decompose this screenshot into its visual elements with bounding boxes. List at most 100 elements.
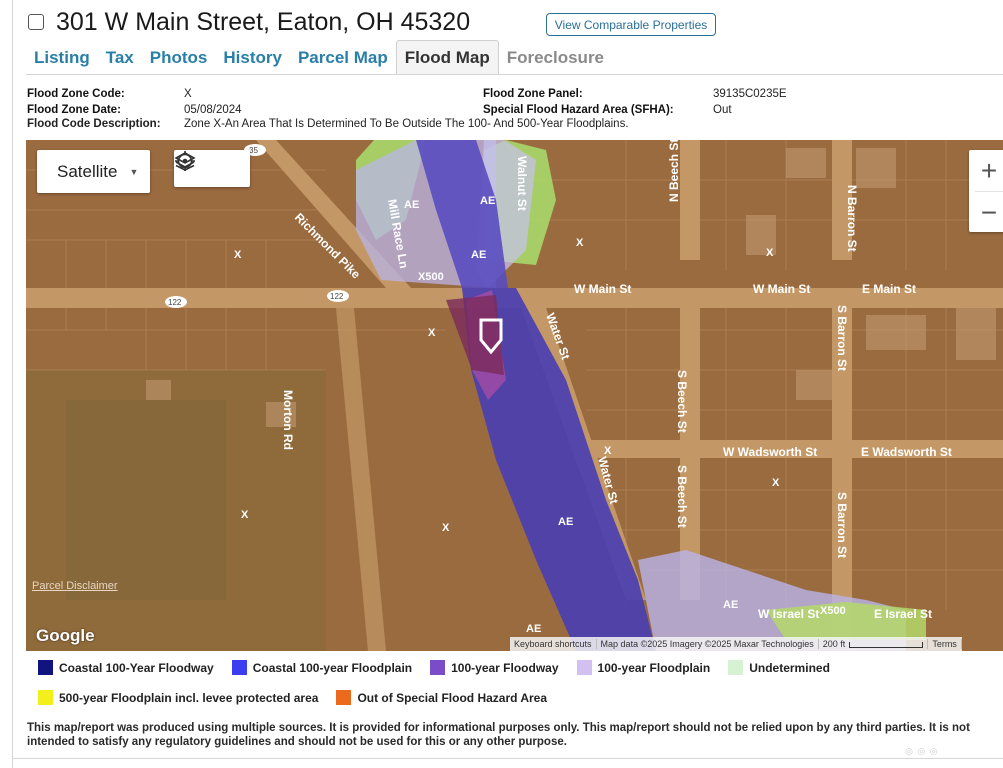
tab-divider bbox=[26, 74, 1003, 75]
street-label-e-main: E Main St bbox=[862, 282, 916, 296]
map-type-label: Satellite bbox=[57, 161, 118, 181]
street-label-w-israel: W Israel St bbox=[758, 607, 819, 621]
legend-item: 100-year Floodway bbox=[430, 660, 559, 675]
flood-zone-date-value: 05/08/2024 bbox=[184, 103, 242, 116]
parcel-disclaimer-link[interactable]: Parcel Disclaimer bbox=[32, 580, 118, 592]
legend-swatch bbox=[336, 690, 352, 705]
zone-label-x: X bbox=[604, 445, 612, 457]
sfha-label: Special Flood Hazard Area (SFHA): bbox=[483, 103, 674, 116]
street-label-s-barron: S Barron St bbox=[835, 305, 849, 371]
zone-label-ae: AE bbox=[558, 516, 573, 528]
zone-label-ae: AE bbox=[404, 199, 419, 211]
route-shield-35: 35 bbox=[249, 146, 258, 155]
legend-label: 500-year Floodplain incl. levee protecte… bbox=[59, 690, 319, 705]
street-label-walnut: Walnut St bbox=[515, 156, 529, 211]
keyboard-shortcuts-link[interactable]: Keyboard shortcuts bbox=[510, 639, 597, 649]
tab-photos[interactable]: Photos bbox=[142, 40, 216, 74]
open-field bbox=[66, 400, 226, 600]
legend-label: Out of Special Flood Hazard Area bbox=[357, 690, 548, 705]
listing-header: 301 W Main Street, Eaton, OH 45320 bbox=[28, 6, 470, 38]
route-shield-122: 122 bbox=[168, 298, 182, 307]
legend-item: Undetermined bbox=[728, 660, 830, 675]
zone-label-x: X bbox=[428, 327, 436, 339]
map-scale: 200 ft bbox=[819, 639, 929, 649]
route-shield-122: 122 bbox=[330, 292, 344, 301]
flood-zone-panel-value: 39135C0235E bbox=[713, 88, 787, 100]
select-listing-checkbox[interactable] bbox=[28, 14, 44, 30]
terms-link[interactable]: Terms bbox=[928, 639, 962, 649]
flood-zone-date-label: Flood Zone Date: bbox=[27, 103, 121, 116]
map-type-selector[interactable]: Satellite ▼ bbox=[37, 150, 150, 193]
map-attribution: Keyboard shortcuts Map data ©2025 Imager… bbox=[510, 637, 962, 651]
zoom-out-button[interactable]: − bbox=[969, 192, 1003, 233]
legend-item: Out of Special Flood Hazard Area bbox=[336, 690, 547, 705]
legend-row: 500-year Floodplain incl. levee protecte… bbox=[38, 690, 565, 705]
street-label-n-barron: N Barron St bbox=[845, 185, 859, 252]
flood-map[interactable]: Richmond Pike Mill Race Ln Walnut St W M… bbox=[26, 140, 1003, 651]
street-label-w-main: W Main St bbox=[574, 282, 631, 296]
scale-bar bbox=[849, 641, 924, 648]
zone-label-x500: X500 bbox=[820, 605, 846, 617]
tab-flood-map[interactable]: Flood Map bbox=[395, 40, 499, 74]
legend-swatch bbox=[576, 660, 592, 675]
legend-label: Coastal 100-year Floodplain bbox=[252, 660, 413, 675]
watermark: ◎ ◎ ◎ bbox=[905, 746, 939, 756]
street-label-n-beech: N Beech St bbox=[667, 140, 681, 202]
zoom-in-button[interactable]: + bbox=[969, 150, 1003, 191]
map-scale-label: 200 ft bbox=[822, 639, 846, 649]
tab-listing[interactable]: Listing bbox=[26, 40, 98, 74]
flood-code-description-value: Zone X-An Area That Is Determined To Be … bbox=[184, 118, 629, 130]
legend-swatch bbox=[430, 660, 446, 675]
street-label-e-israel: E Israel St bbox=[874, 607, 932, 621]
flood-info-left: Flood Zone Code: X Flood Zone Date: 05/0… bbox=[27, 87, 242, 118]
street-label-w-main: W Main St bbox=[753, 282, 810, 296]
legend-swatch bbox=[38, 660, 53, 675]
crosshair-icon[interactable] bbox=[175, 150, 250, 187]
map-tools bbox=[174, 150, 250, 187]
view-comparable-properties-button[interactable]: View Comparable Properties bbox=[546, 13, 716, 36]
flood-zone-code-label: Flood Zone Code: bbox=[27, 88, 125, 100]
street-label-s-beech: S Beech St bbox=[675, 370, 689, 433]
flood-map-panel: 301 W Main Street, Eaton, OH 45320 View … bbox=[0, 0, 1003, 768]
legend-swatch bbox=[38, 690, 53, 705]
legend-swatch bbox=[728, 660, 744, 675]
zone-label-x: X bbox=[241, 509, 249, 521]
zone-label-x: X bbox=[576, 237, 584, 249]
tab-foreclosure: Foreclosure bbox=[506, 48, 605, 67]
zone-label-x: X bbox=[766, 247, 774, 259]
tab-history[interactable]: History bbox=[215, 40, 290, 74]
detail-tabs: Listing Tax Photos History Parcel Map Fl… bbox=[26, 40, 612, 74]
street-label-s-barron: S Barron St bbox=[835, 492, 849, 558]
map-data-credit: Map data ©2025 Imagery ©2025 Maxar Techn… bbox=[597, 639, 819, 649]
chevron-down-icon: ▼ bbox=[129, 166, 139, 177]
panel-border bbox=[12, 758, 1003, 759]
legend-swatch bbox=[231, 660, 247, 675]
legend-item: Coastal 100-Year Floodway bbox=[38, 660, 214, 675]
legend-label: Undetermined bbox=[749, 660, 830, 675]
flood-zone-panel-label: Flood Zone Panel: bbox=[483, 88, 583, 100]
legend-label: 100-year Floodway bbox=[451, 660, 559, 675]
panel-border bbox=[12, 0, 13, 768]
map-canvas[interactable]: Richmond Pike Mill Race Ln Walnut St W M… bbox=[26, 140, 1003, 651]
flood-info-right: Flood Zone Panel: 39135C0235E Special Fl… bbox=[483, 87, 787, 118]
legend-item: 500-year Floodplain incl. levee protecte… bbox=[38, 690, 318, 705]
tab-tax[interactable]: Tax bbox=[98, 40, 142, 74]
street-label-e-wadsworth: E Wadsworth St bbox=[861, 445, 952, 459]
tab-parcel-map[interactable]: Parcel Map bbox=[290, 40, 396, 74]
zone-label-x: X bbox=[772, 477, 780, 489]
zone-label-x500: X500 bbox=[418, 271, 444, 283]
listing-address: 301 W Main Street, Eaton, OH 45320 bbox=[56, 7, 471, 36]
legend-label: Coastal 100-Year Floodway bbox=[59, 660, 214, 675]
zone-label-x: X bbox=[234, 249, 242, 261]
sfha-value: Out bbox=[713, 103, 732, 116]
street-label-s-beech: S Beech St bbox=[675, 465, 689, 528]
zone-label-ae: AE bbox=[723, 599, 738, 611]
map-report-disclaimer: This map/report was produced using multi… bbox=[27, 722, 970, 748]
legend-item: Coastal 100-year Floodplain bbox=[231, 660, 413, 675]
zone-label-ae: AE bbox=[471, 249, 486, 261]
legend-item: 100-year Floodplain bbox=[576, 660, 710, 675]
zone-label-ae: AE bbox=[526, 623, 541, 635]
zoom-control: + − bbox=[969, 150, 1003, 232]
street-label-w-wadsworth: W Wadsworth St bbox=[723, 445, 817, 459]
flood-code-description: Flood Code Description: Zone X-An Area Th… bbox=[27, 118, 629, 130]
